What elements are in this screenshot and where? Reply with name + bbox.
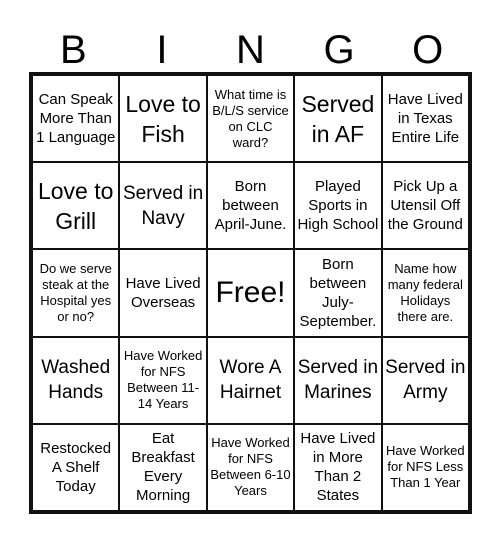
bingo-header: B I N G O — [29, 28, 472, 72]
bingo-cell[interactable]: Born between April-June. — [206, 162, 295, 250]
bingo-cell[interactable]: Eat Breakfast Every Morning — [119, 423, 207, 511]
cell-label: Eat Breakfast Every Morning — [131, 430, 195, 505]
header-letter-i: I — [156, 28, 168, 72]
bingo-cell[interactable]: Served in Navy — [119, 162, 207, 250]
bingo-card: Can Speak More Than 1 Language Love to Fi… — [29, 72, 472, 514]
bingo-cell[interactable]: Have Lived in More Than 2 States — [294, 423, 382, 511]
bingo-cell[interactable]: Love to Grill — [32, 162, 120, 250]
bingo-cell[interactable]: Name how many federal Holidays there are… — [381, 249, 469, 337]
bingo-cell[interactable]: Have Worked for NFS Between 6-10 Years — [206, 423, 295, 511]
bingo-cell[interactable]: Served in Marines — [294, 336, 382, 424]
bingo-cell[interactable]: Have Worked for NFS Less Than 1 Year — [381, 423, 469, 511]
cell-label: Born between April-June. — [214, 178, 287, 234]
header-letter-n: N — [236, 28, 265, 72]
cell-label: Have Worked for NFS Between 11-14 Years — [123, 348, 203, 412]
bingo-cell[interactable]: Wore A Hairnet — [206, 336, 295, 424]
cell-label: What time is B/L/S service on CLC ward? — [212, 86, 289, 150]
cell-label: Have Worked for NFS Less Than 1 Year — [386, 443, 465, 491]
cell-label: Born between July-September. — [299, 255, 377, 330]
cell-label: Love to Grill — [37, 177, 114, 234]
bingo-cell[interactable]: Love to Fish — [119, 75, 207, 163]
cell-label: Love to Fish — [125, 90, 201, 147]
cell-label: Washed Hands — [41, 357, 111, 404]
cell-label: Have Lived in More Than 2 States — [300, 430, 376, 505]
bingo-cell[interactable]: Pick Up a Utensil Off the Ground — [381, 162, 469, 250]
cell-label: Served in Marines — [297, 357, 379, 404]
cell-label: Do we serve steak at the Hospital yes or… — [39, 260, 112, 324]
header-letter-g: G — [323, 28, 355, 72]
cell-label: Wore A Hairnet — [219, 357, 282, 404]
cell-label: Name how many federal Holidays there are… — [387, 260, 463, 324]
bingo-cell[interactable]: What time is B/L/S service on CLC ward? — [206, 75, 295, 163]
bingo-cell[interactable]: Restocked A Shelf Today — [32, 423, 120, 511]
cell-label: Played Sports in High School — [297, 178, 379, 234]
cell-label: Restocked A Shelf Today — [40, 439, 112, 495]
cell-label: Pick Up a Utensil Off the Ground — [387, 178, 463, 234]
free-space[interactable]: Free! — [206, 249, 295, 337]
header-letter-o: O — [412, 28, 444, 72]
bingo-cell[interactable]: Washed Hands — [32, 336, 120, 424]
bingo-cell[interactable]: Played Sports in High School — [294, 162, 382, 250]
cell-label: Served in Army — [385, 357, 466, 404]
bingo-cell[interactable]: Have Lived Overseas — [119, 249, 207, 337]
bingo-cell[interactable]: Do we serve steak at the Hospital yes or… — [32, 249, 120, 337]
cell-label: Have Lived Overseas — [125, 274, 201, 311]
cell-label: Have Lived in Texas Entire Life — [387, 91, 463, 147]
cell-label: Have Worked for NFS Between 6-10 Years — [210, 435, 291, 499]
header-letter-b: B — [59, 28, 87, 72]
cell-label: Can Speak More Than 1 Language — [36, 91, 116, 147]
bingo-cell[interactable]: Born between July-September. — [294, 249, 382, 337]
cell-label: Served in Navy — [122, 182, 204, 229]
bingo-cell[interactable]: Served in AF — [294, 75, 382, 163]
bingo-cell[interactable]: Served in Army — [381, 336, 469, 424]
cell-label: Served in AF — [301, 90, 375, 147]
bingo-cell[interactable]: Have Lived in Texas Entire Life — [381, 75, 469, 163]
bingo-cell[interactable]: Can Speak More Than 1 Language — [32, 75, 120, 163]
bingo-cell[interactable]: Have Worked for NFS Between 11-14 Years — [119, 336, 207, 424]
cell-label: Free! — [215, 275, 286, 309]
